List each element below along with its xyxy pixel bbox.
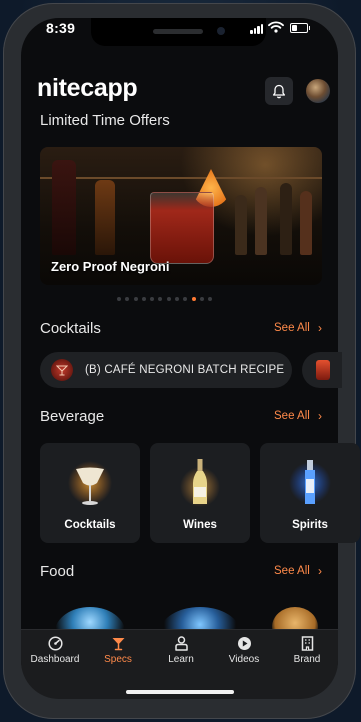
chevron-right-icon[interactable]: › xyxy=(318,409,322,423)
bottle-image xyxy=(255,187,267,255)
see-all-food-link[interactable]: See All xyxy=(274,565,310,577)
tab-dashboard[interactable]: Dashboard xyxy=(25,635,85,665)
status-bar: 8:39 xyxy=(0,18,317,38)
beverage-card-label: Wines xyxy=(183,519,217,531)
tab-specs[interactable]: Specs xyxy=(88,635,148,665)
tab-label: Brand xyxy=(293,654,321,665)
home-indicator[interactable] xyxy=(126,690,234,694)
notifications-button[interactable] xyxy=(265,77,293,105)
carousel-indicator[interactable] xyxy=(117,297,213,301)
carousel-dot[interactable] xyxy=(199,297,204,301)
cocktail-thumbnail-icon xyxy=(51,359,73,381)
tab-label: Learn xyxy=(168,654,194,665)
offer-caption: Zero Proof Negroni xyxy=(51,259,170,274)
bottle-image xyxy=(300,191,312,255)
carousel-dot[interactable] xyxy=(117,297,121,301)
carousel-dot[interactable] xyxy=(183,297,188,301)
signal-icon xyxy=(250,24,263,34)
beverage-card-wines[interactable]: Wines xyxy=(150,443,250,543)
offer-banner[interactable]: Zero Proof Negroni xyxy=(40,147,322,285)
avatar[interactable] xyxy=(306,79,330,103)
cocktail-list-item[interactable] xyxy=(302,352,342,388)
carousel-dot[interactable] xyxy=(166,297,171,301)
learn-icon xyxy=(174,635,188,651)
carousel-dot[interactable] xyxy=(150,297,155,301)
tab-label: Specs xyxy=(104,654,132,665)
beverage-card-label: Cocktails xyxy=(64,519,116,531)
see-all-beverage-link[interactable]: See All xyxy=(274,410,310,422)
beverage-card-cocktails[interactable]: Cocktails xyxy=(40,443,140,543)
bell-icon xyxy=(272,84,286,98)
wifi-icon xyxy=(268,21,284,33)
tab-learn[interactable]: Learn xyxy=(151,635,211,665)
chevron-right-icon[interactable]: › xyxy=(318,321,322,335)
see-all-cocktails-link[interactable]: See All xyxy=(274,322,310,334)
carousel-dot[interactable] xyxy=(191,297,196,301)
section-title-food: Food xyxy=(40,563,75,580)
carousel-dot[interactable] xyxy=(175,297,180,301)
tab-brand[interactable]: Brand xyxy=(277,635,337,665)
play-icon xyxy=(237,636,251,650)
carousel-dot[interactable] xyxy=(208,297,213,301)
tab-videos[interactable]: Videos xyxy=(214,635,274,665)
battery-icon xyxy=(290,23,310,33)
chevron-right-icon[interactable]: › xyxy=(318,564,322,578)
section-title-offers: Limited Time Offers xyxy=(40,112,170,129)
bottle-image xyxy=(52,160,76,255)
cocktail-item-label: (B) CAFÉ NEGRONI BATCH RECIPE xyxy=(85,364,285,376)
dashboard-icon xyxy=(47,635,63,651)
cocktail-glass-image xyxy=(150,192,214,264)
building-icon xyxy=(301,635,313,651)
section-title-cocktails: Cocktails xyxy=(40,320,101,337)
wine-bottle-icon xyxy=(180,459,220,507)
carousel-dot[interactable] xyxy=(125,297,130,301)
bottle-image xyxy=(280,183,292,255)
status-time: 8:39 xyxy=(46,20,76,36)
cocktail-glass-icon xyxy=(112,637,124,650)
carousel-dot[interactable] xyxy=(133,297,138,301)
section-title-beverage: Beverage xyxy=(40,408,105,425)
tab-label: Dashboard xyxy=(30,654,80,665)
bottle-image xyxy=(95,180,115,255)
cocktail-list-item[interactable]: (B) CAFÉ NEGRONI BATCH RECIPE xyxy=(40,352,292,388)
cocktail-thumbnail-icon xyxy=(316,360,330,380)
carousel-dot[interactable] xyxy=(158,297,163,301)
martini-glass-icon xyxy=(68,461,112,505)
app-logo: nitecapp xyxy=(37,74,138,102)
bottle-image xyxy=(235,195,247,255)
beverage-card-spirits[interactable]: Spirits xyxy=(260,443,360,543)
spirit-bottle-icon xyxy=(289,460,331,504)
tab-label: Videos xyxy=(228,654,260,665)
carousel-dot[interactable] xyxy=(141,297,146,301)
beverage-card-label: Spirits xyxy=(292,519,328,531)
